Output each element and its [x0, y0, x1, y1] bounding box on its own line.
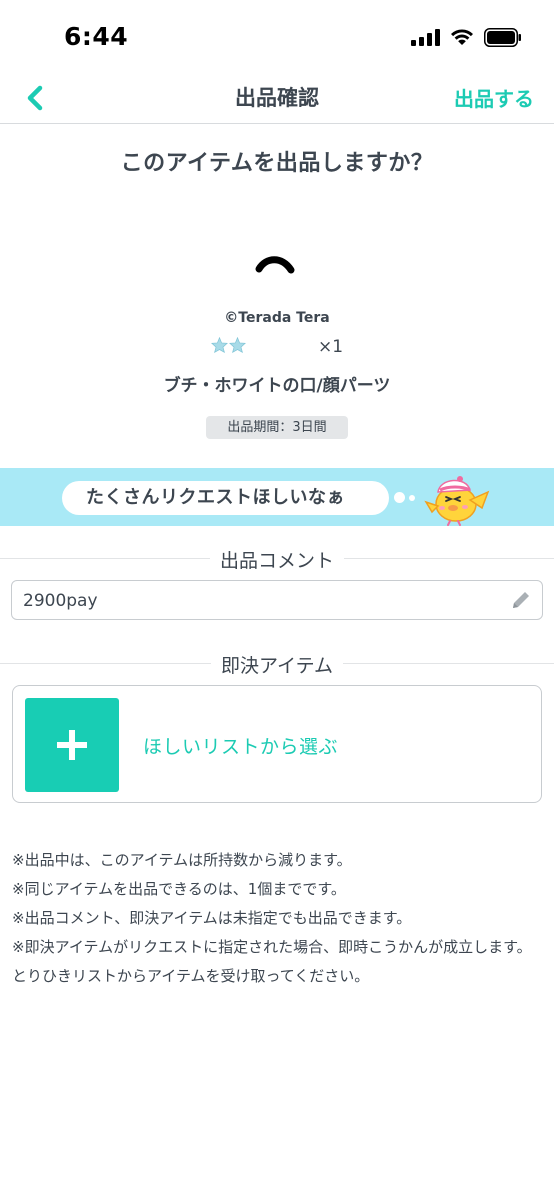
note-item: ※即決アイテムがリクエストに指定された場合、即時こうかんが成立します。とりひきリ…: [12, 938, 532, 985]
star-icon: [229, 337, 246, 353]
mascot-bird-icon: [424, 476, 490, 526]
item-image: [255, 256, 295, 274]
listing-period-badge: 出品期間：3日間: [206, 416, 348, 439]
star-icon: [211, 337, 228, 353]
quick-item-section-label: 即決アイテム: [210, 655, 344, 677]
bubble-dot: [394, 492, 405, 503]
quick-item-section-header: 即決アイテム: [0, 651, 554, 677]
plus-icon: [57, 730, 87, 760]
comment-value: 2900pay: [23, 591, 98, 611]
submit-listing-button[interactable]: 出品する: [454, 83, 534, 112]
note-item: ※出品中は、このアイテムは所持数から減ります。: [12, 851, 352, 869]
nav-bar: 出品確認 出品する: [0, 74, 554, 124]
choose-from-wishlist-button[interactable]: ほしいリストから選ぶ: [12, 685, 542, 803]
banner-speech-bubble: たくさんリクエストほしいなぁ: [62, 481, 389, 515]
status-time: 6:44: [64, 22, 129, 51]
notes: ※出品中は、このアイテムは所持数から減ります。 ※同じアイテムを出品できるのは、…: [12, 846, 546, 991]
confirm-question: このアイテムを出品しますか？: [120, 151, 434, 176]
choose-from-wishlist-label: ほしいリストから選ぶ: [143, 736, 339, 758]
status-bar: 6:44: [0, 0, 554, 74]
battery-icon: [484, 27, 521, 47]
note-item: ※出品コメント、即決アイテムは未指定でも出品できます。: [12, 909, 412, 927]
rarity-stars: [211, 337, 246, 353]
item-quantity: ×1: [318, 337, 344, 357]
comment-section-header: 出品コメント: [0, 546, 554, 572]
item-copyright: ©Terada Tera: [224, 310, 330, 326]
comment-field[interactable]: 2900pay: [11, 580, 543, 620]
bubble-dot: [409, 495, 415, 501]
add-tile[interactable]: [25, 698, 119, 792]
note-item: ※同じアイテムを出品できるのは、1個までです。: [12, 880, 346, 898]
request-banner: たくさんリクエストほしいなぁ: [0, 468, 554, 526]
cellular-signal-icon: [411, 28, 440, 46]
item-name: ブチ・ホワイトの口/顔パーツ: [163, 376, 391, 396]
pencil-icon[interactable]: [510, 589, 532, 611]
comment-section-label: 出品コメント: [209, 550, 344, 572]
status-icons: [411, 26, 522, 48]
wifi-icon: [451, 29, 473, 45]
